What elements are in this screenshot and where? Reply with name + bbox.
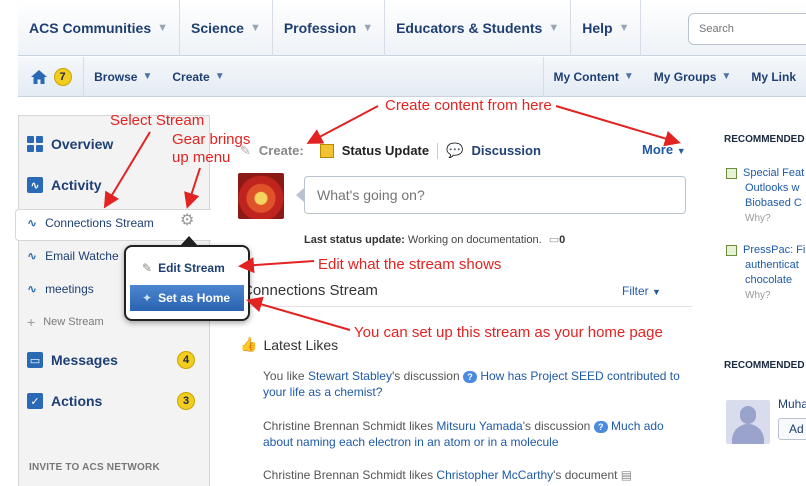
messages-icon: ▭ (27, 352, 43, 368)
sidebar-item-overview[interactable]: Overview (27, 136, 113, 152)
subnav-browse[interactable]: Browse ▼ (84, 57, 162, 97)
subnav-my-links[interactable]: My Link (741, 57, 806, 97)
recommended-heading: RECOMMENDED (724, 134, 805, 145)
dropdown-arrow-icon: ▼ (548, 21, 560, 34)
sidebar-stream-connections[interactable]: ∿ Connections Stream (27, 216, 154, 230)
plus-icon: + (27, 314, 36, 330)
subnav-create[interactable]: Create ▼ (162, 57, 234, 97)
user-link[interactable]: Christopher McCarthy (436, 468, 553, 482)
sidebar-item-actions[interactable]: ✓ Actions (27, 393, 102, 409)
feed-item: Christine Brennan Schmidt likes Mitsuru … (263, 419, 664, 449)
feed-item: You like Stewart Stabley's discussion ? … (263, 369, 680, 399)
create-toolbar: ✎ Create: Status Update 💬 Discussion (240, 142, 541, 159)
latest-likes-heading: 👍 Latest Likes (240, 336, 339, 353)
gear-dropdown-menu: ✎ Edit Stream ✦ Set as Home (124, 245, 250, 321)
annotation-select-stream: Select Stream (110, 112, 205, 129)
sidebar-stream-email-watches[interactable]: ∿ Email Watches (27, 249, 119, 263)
edit-stream-menu-item[interactable]: ✎ Edit Stream (130, 255, 244, 281)
document-icon (726, 168, 737, 179)
pin-icon: ✦ (142, 291, 153, 305)
invite-heading[interactable]: INVITE TO ACS NETWORK (29, 462, 160, 473)
dropdown-arrow-icon: ▼ (214, 71, 225, 82)
dropdown-arrow-icon: ▼ (623, 71, 634, 82)
recommended-heading: RECOMMENDED (724, 360, 805, 371)
secondary-navigation-bar: 7 Browse ▼ Create ▼ My Content ▼ My Groups ▼… (18, 56, 806, 97)
divider (232, 306, 692, 307)
annotation-gear-menu: Gear brings up menu (172, 131, 251, 166)
dropdown-arrow-icon: ▼ (721, 71, 732, 82)
overview-grid-icon (27, 136, 43, 152)
gear-icon[interactable]: ⚙ (180, 213, 196, 229)
home-button[interactable]: 7 (18, 56, 85, 97)
search-input[interactable] (688, 13, 806, 45)
dropdown-arrow-icon: ▼ (652, 287, 661, 297)
sidebar-item-messages[interactable]: ▭ Messages (27, 352, 118, 368)
document-icon: ▤ (620, 468, 633, 482)
status-update-link[interactable]: Status Update (342, 143, 429, 158)
dropdown-arrow-icon: ▼ (618, 21, 630, 34)
discussion-question-icon: ? (462, 370, 477, 383)
recommended-item[interactable]: Special Feat Outlooks w Biobased C Why? (726, 166, 804, 226)
user-link[interactable]: Stewart Stabley (308, 369, 392, 383)
add-connection-button[interactable]: Ad (778, 418, 806, 440)
pencil-icon: ✎ (142, 261, 153, 275)
dropdown-arrow-icon: ▼ (362, 21, 374, 34)
sidebar-stream-meetings[interactable]: ∿ meetings (27, 282, 94, 296)
filter-dropdown[interactable]: Filter ▼ (622, 284, 661, 298)
person-avatar[interactable] (726, 400, 770, 444)
dropdown-arrow-icon: ▼ (157, 21, 169, 34)
more-dropdown[interactable]: More ▼ (642, 142, 686, 157)
recommended-item[interactable]: PressPac: Fi authenticat chocolate Why? (726, 243, 805, 303)
annotation-edit-stream: Edit what the stream shows (318, 256, 502, 273)
actions-check-icon: ✓ (27, 393, 43, 409)
thumbs-up-icon: 👍 (240, 336, 258, 352)
sidebar-item-activity[interactable]: ∿ Activity (27, 177, 102, 193)
discussion-question-icon: ? (593, 420, 608, 433)
dropdown-arrow-icon: ▼ (249, 21, 261, 34)
status-update-input[interactable] (304, 176, 686, 214)
set-as-home-menu-item[interactable]: ✦ Set as Home (130, 285, 244, 311)
annotation-set-home: You can set up this stream as your home … (354, 324, 663, 341)
topnav-help[interactable]: Help ▼ (571, 0, 642, 56)
dropdown-arrow-icon: ▼ (676, 146, 686, 156)
stream-pulse-icon: ∿ (27, 282, 38, 296)
last-status-line: Last status update: Working on documenta… (304, 234, 566, 246)
messages-count-badge: 4 (177, 351, 195, 369)
annotation-create-content: Create content from here (385, 97, 552, 114)
topnav-profession[interactable]: Profession ▼ (273, 0, 386, 56)
main-content: ✎ Create: Status Update 💬 Discussion Mor… (212, 100, 702, 486)
subnav-my-groups[interactable]: My Groups ▼ (644, 57, 742, 97)
subnav-my-content[interactable]: My Content ▼ (544, 57, 644, 97)
activity-pulse-icon: ∿ (27, 177, 43, 193)
sidebar-new-stream[interactable]: + New Stream (27, 314, 104, 330)
status-update-icon (319, 143, 334, 158)
feed-item: Christine Brennan Schmidt likes Christop… (263, 468, 633, 482)
topnav-science[interactable]: Science ▼ (180, 0, 273, 56)
stream-title: Connections Stream (242, 282, 378, 299)
topnav-educators-students[interactable]: Educators & Students ▼ (385, 0, 572, 56)
stream-pulse-icon: ∿ (27, 249, 38, 263)
comment-icon[interactable]: ▭ (549, 234, 559, 246)
person-name[interactable]: Muha (778, 397, 806, 411)
dropdown-arrow-icon: ▼ (142, 71, 153, 82)
create-label: Create: (258, 143, 304, 158)
user-link[interactable]: Mitsuru Yamada (436, 419, 522, 433)
divider (437, 142, 439, 159)
topnav-acs-communities[interactable]: ACS Communities ▼ (18, 0, 181, 56)
document-icon (726, 245, 737, 256)
user-avatar[interactable] (238, 173, 284, 219)
actions-count-badge: 3 (177, 392, 195, 410)
stream-pulse-icon: ∿ (27, 216, 38, 230)
discussion-link[interactable]: Discussion (472, 143, 541, 158)
discussion-bubble-icon: 💬 (446, 142, 464, 158)
notification-badge[interactable]: 7 (53, 67, 72, 86)
home-icon (30, 69, 47, 84)
input-pointer (296, 188, 304, 202)
